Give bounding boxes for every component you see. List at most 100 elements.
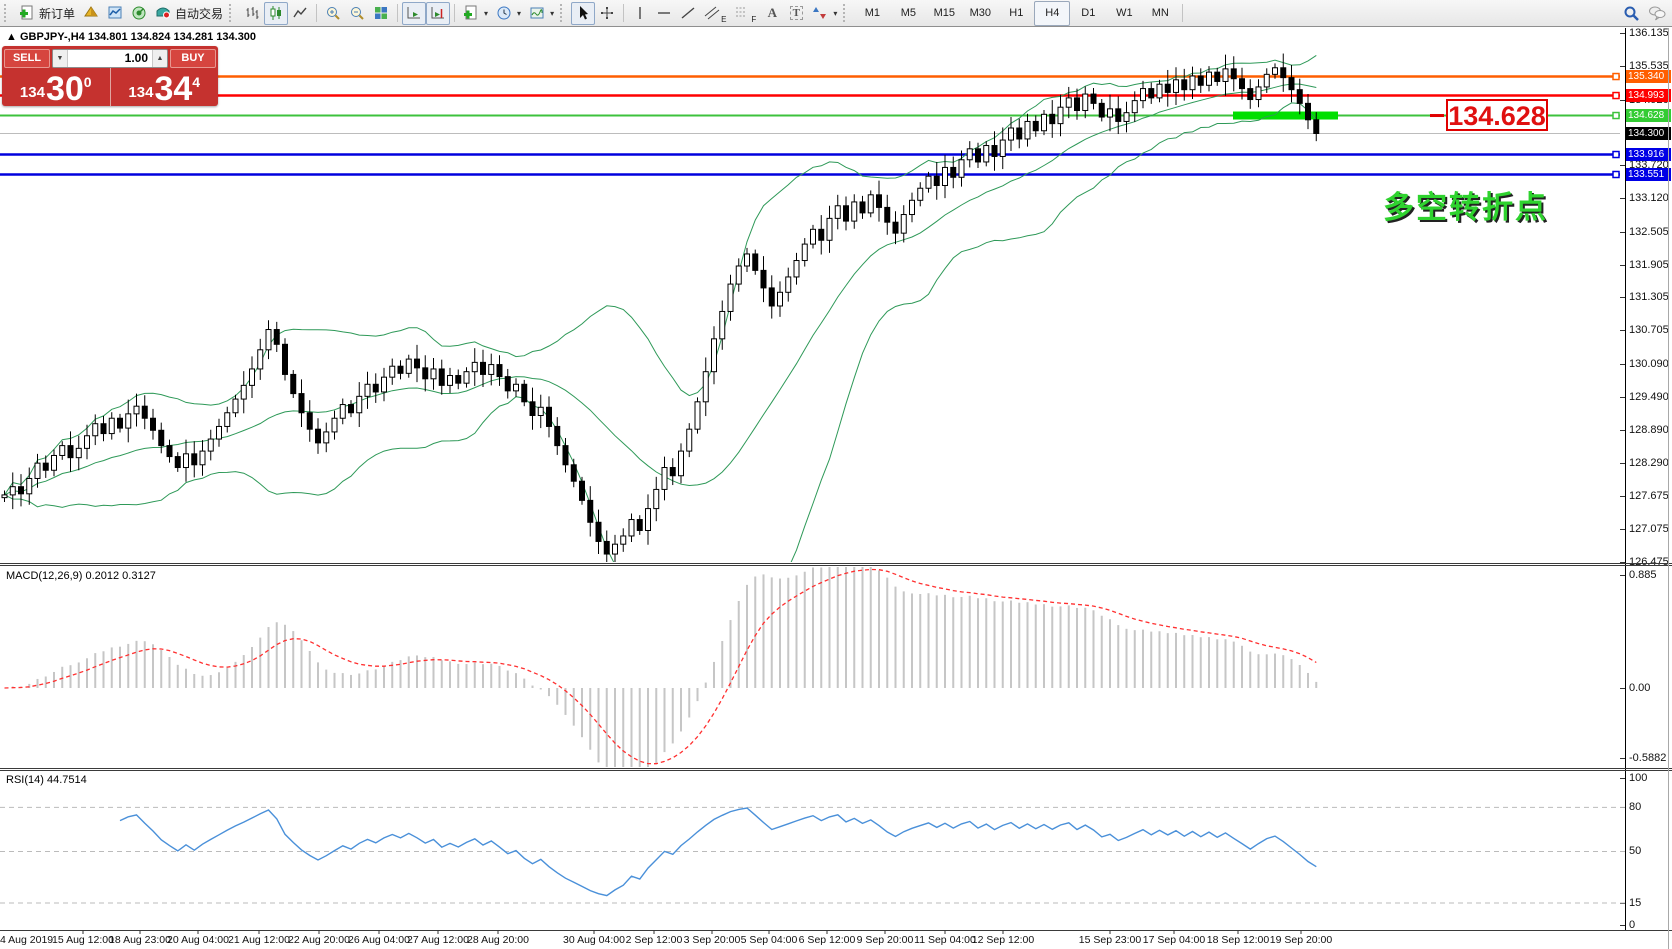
periods-button[interactable]: ▾	[492, 2, 525, 25]
candles-layer	[2, 54, 1319, 565]
fibonacci-icon	[734, 5, 750, 21]
templates-button[interactable]: ▾	[525, 2, 558, 25]
chevron-down-icon: ▾	[484, 9, 488, 18]
sell-button[interactable]: SELL	[4, 49, 50, 68]
timeframe-button-h1[interactable]: H1	[998, 1, 1034, 26]
tile-windows-button[interactable]	[369, 2, 393, 25]
toolbar-grip[interactable]	[560, 4, 569, 22]
buy-price[interactable]: 134 34 4	[111, 68, 219, 106]
candlestick-mode-button[interactable]	[264, 2, 288, 25]
horizontal-line-tool-button[interactable]	[652, 2, 676, 25]
timeframe-button-m30[interactable]: M30	[962, 1, 998, 26]
toolbar-grip[interactable]	[229, 4, 238, 22]
macd-label: MACD(12,26,9) 0.2012 0.3127	[6, 570, 156, 582]
macd-layer	[5, 562, 1317, 782]
buy-price-base: 134	[128, 82, 153, 104]
zoom-in-button[interactable]	[321, 2, 345, 25]
depth-of-market-button[interactable]	[79, 2, 103, 25]
volume-spinner: ▼ ▲	[52, 49, 168, 68]
thick-trend-segment[interactable]	[1233, 112, 1338, 120]
search-icon	[1623, 5, 1640, 22]
indicators-button[interactable]: ▾	[459, 2, 492, 25]
horizontal-line-icon	[656, 5, 672, 21]
price-label-box[interactable]: 134.628	[1446, 99, 1548, 131]
chart-shift-icon	[430, 5, 446, 21]
symbol-name: GBPJPY-,H4	[20, 31, 85, 43]
text-label-tool-button[interactable]: T	[784, 2, 808, 25]
toolbar: 新订单 自动交易	[0, 0, 1672, 27]
new-order-button[interactable]: 新订单	[15, 2, 79, 25]
line-anchor-marker	[1613, 152, 1619, 158]
timeframe-button-d1[interactable]: D1	[1070, 1, 1106, 26]
trendline-tool-button[interactable]	[676, 2, 700, 25]
channel-icon	[704, 5, 720, 21]
label-tool-icon: T	[790, 6, 803, 20]
text-tool-button[interactable]: A	[760, 2, 784, 25]
search-button[interactable]	[1619, 2, 1644, 25]
zoom-in-icon	[325, 5, 341, 21]
fibo-sub-label: F	[751, 15, 756, 24]
buy-price-big: 34	[154, 74, 192, 104]
timeframe-button-m1[interactable]: M1	[854, 1, 890, 26]
autotrading-icon	[155, 5, 171, 21]
toolbar-separator	[316, 4, 317, 22]
clock-icon	[496, 5, 512, 21]
auto-scroll-button[interactable]	[402, 2, 426, 25]
timeframe-button-h4[interactable]: H4	[1034, 1, 1070, 26]
chevron-down-icon: ▾	[833, 9, 837, 18]
zoom-out-icon	[349, 5, 365, 21]
crosshair-tool-button[interactable]	[595, 2, 619, 25]
timeframe-button-w1[interactable]: W1	[1106, 1, 1142, 26]
rsi-layer	[0, 807, 1625, 903]
volume-decrease-button[interactable]: ▼	[53, 50, 68, 67]
toolbar-grip[interactable]	[4, 4, 13, 22]
chart-shift-button[interactable]	[426, 2, 450, 25]
fibonacci-tool-button[interactable]: F	[730, 2, 760, 25]
autotrading-button[interactable]: 自动交易	[151, 2, 227, 25]
toolbar-grip[interactable]	[843, 4, 852, 22]
toolbar-separator	[623, 4, 624, 22]
zoom-out-button[interactable]	[345, 2, 369, 25]
volume-increase-button[interactable]: ▲	[152, 50, 167, 67]
symbol-ohlc: 134.801 134.824 134.281 134.300	[88, 31, 256, 43]
equidistant-channel-tool-button[interactable]: E	[700, 2, 730, 25]
chat-icon	[1648, 5, 1666, 21]
arrows-tool-button[interactable]: ▾	[808, 2, 841, 25]
collapse-arrow-icon[interactable]: ▲	[6, 31, 17, 43]
sell-price-sup: 0	[84, 74, 92, 90]
chevron-down-icon: ▾	[517, 9, 521, 18]
new-order-icon	[19, 5, 35, 21]
mt4-window: 136.135135.535134.920133.720133.120132.5…	[0, 0, 1672, 949]
buy-button[interactable]: BUY	[170, 49, 216, 68]
bar-chart-mode-button[interactable]	[240, 2, 264, 25]
chat-button[interactable]	[1644, 2, 1670, 25]
sell-price-base: 134	[20, 82, 45, 104]
text-annotation: 多空转折点	[1383, 182, 1548, 227]
depth-of-market-icon	[83, 5, 99, 21]
bar-chart-icon	[244, 5, 260, 21]
bollinger-bands-layer	[5, 55, 1317, 638]
timeframe-button-mn[interactable]: MN	[1142, 1, 1178, 26]
candlestick-icon	[268, 5, 284, 21]
strategy-tester-button[interactable]	[127, 2, 151, 25]
symbol-info: ▲ GBPJPY-,H4 134.801 134.824 134.281 134…	[6, 31, 256, 43]
chart-plot-area[interactable]	[0, 0, 1672, 949]
vertical-line-icon	[633, 5, 647, 21]
volume-input[interactable]	[68, 50, 152, 67]
sell-price[interactable]: 134 30 0	[2, 68, 111, 106]
timeframe-button-m5[interactable]: M5	[890, 1, 926, 26]
arrows-icon	[812, 5, 828, 21]
toolbar-separator	[397, 4, 398, 22]
line-anchor-marker	[1613, 93, 1619, 99]
cursor-tool-button[interactable]	[571, 2, 595, 25]
pane-splitter-macd[interactable]	[0, 562, 1672, 568]
line-chart-mode-button[interactable]	[288, 2, 312, 25]
timeframe-button-m15[interactable]: M15	[926, 1, 962, 26]
new-chart-icon	[107, 5, 123, 21]
cursor-icon	[575, 5, 591, 21]
pane-splitter-rsi[interactable]	[0, 767, 1672, 773]
timeframe-toolbar: M1M5M15M30H1H4D1W1MN	[854, 1, 1178, 26]
one-click-trade-panel: SELL ▼ ▲ BUY 134 30 0 134 34 4	[2, 46, 218, 106]
vertical-line-tool-button[interactable]	[628, 2, 652, 25]
new-chart-button[interactable]	[103, 2, 127, 25]
